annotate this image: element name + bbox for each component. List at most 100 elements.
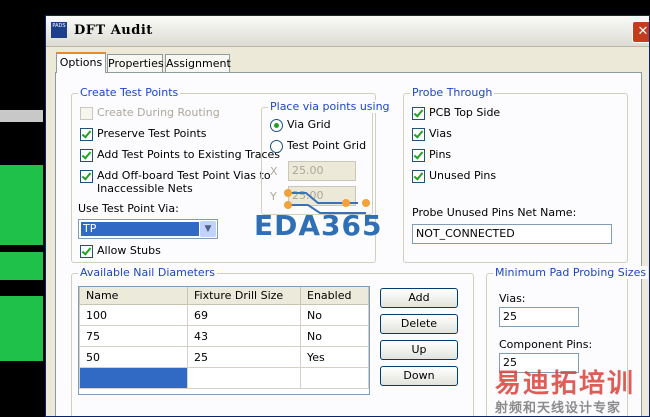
cell-enabled[interactable]: No (300, 304, 369, 326)
grid-x-input[interactable]: 25.00 (288, 161, 356, 181)
min-pad-title: Minimum Pad Probing Sizes (493, 266, 649, 279)
probe-unused-pins-box[interactable] (412, 170, 425, 183)
cell-name[interactable]: 100 (79, 304, 188, 326)
probe-pcb-top-side-label: PCB Top Side (429, 106, 501, 119)
tab-options[interactable]: Options (56, 52, 106, 73)
add-button[interactable]: Add (380, 288, 458, 308)
cell-name[interactable]: 75 (79, 325, 188, 347)
desktop-stripe-green (0, 165, 43, 245)
cell-drill-size[interactable]: 43 (187, 325, 301, 347)
min-pad-vias-input[interactable]: 25 (499, 307, 579, 327)
up-button[interactable]: Up (380, 340, 458, 360)
table-row[interactable]: 75 43 No (79, 325, 369, 347)
add-offboard-vias-checkbox[interactable]: Add Off-board Test Point Vias to Inacces… (80, 169, 271, 195)
dft-audit-dialog: PADS DFT Audit ✕ Options Properties Assi… (45, 15, 650, 417)
column-header-name[interactable]: Name (79, 287, 188, 305)
probe-through-title: Probe Through (410, 86, 495, 99)
create-test-points-title: Create Test Points (78, 86, 181, 99)
probe-unused-pins-checkbox[interactable]: Unused Pins (412, 169, 496, 183)
allow-stubs-checkbox[interactable]: Allow Stubs (80, 244, 161, 258)
cell-name[interactable]: 50 (79, 346, 188, 368)
test-point-via-select[interactable]: TP ▼ (78, 219, 218, 239)
probe-unused-pins-label: Unused Pins (429, 169, 497, 182)
create-during-routing-checkbox[interactable]: Create During Routing (80, 106, 220, 120)
close-icon[interactable]: ✕ (632, 21, 649, 43)
allow-stubs-label: Allow Stubs (97, 244, 161, 257)
column-header-enabled[interactable]: Enabled (300, 287, 369, 305)
via-grid-radio[interactable]: Via Grid (270, 118, 331, 132)
add-to-existing-traces-box[interactable] (80, 149, 93, 162)
probe-pcb-top-side-box[interactable] (412, 107, 425, 120)
nail-diameters-group: Available Nail Diameters Name Fixture Dr… (71, 266, 474, 416)
title-bar[interactable]: PADS DFT Audit ✕ (46, 16, 649, 47)
delete-button[interactable]: Delete (380, 314, 458, 334)
cell-drill-size[interactable]: 69 (187, 304, 301, 326)
cell-enabled[interactable]: No (300, 325, 369, 347)
desktop-stripe-green (0, 252, 43, 280)
desktop-stripe-green (0, 296, 43, 361)
watermark-via (362, 199, 370, 207)
add-to-existing-traces-label: Add Test Points to Existing Traces (97, 148, 281, 161)
preserve-test-points-label: Preserve Test Points (97, 127, 207, 140)
unused-net-name-label: Probe Unused Pins Net Name: (412, 206, 577, 219)
tab-assignment[interactable]: Assignment (165, 54, 231, 72)
chevron-down-icon[interactable]: ▼ (200, 221, 216, 237)
watermark-via (284, 201, 292, 209)
probe-pins-checkbox[interactable]: Pins (412, 148, 451, 162)
use-test-point-via-label: Use Test Point Via: (78, 202, 179, 215)
eda365-watermark-text: EDA365 (254, 209, 383, 242)
window-title: DFT Audit (74, 23, 153, 38)
column-header-drill-size[interactable]: Fixture Drill Size (187, 287, 301, 305)
app-icon-text: PADS (52, 23, 66, 29)
probe-pins-box[interactable] (412, 149, 425, 162)
create-during-routing-box[interactable] (80, 107, 93, 120)
test-point-grid-radio-button[interactable] (270, 140, 283, 153)
add-offboard-vias-label-line2: Inaccessible Nets (97, 182, 193, 195)
place-via-title: Place via points using (268, 100, 392, 113)
delete-button-label: Delete (400, 317, 438, 330)
grid-x-label: X (270, 165, 278, 178)
min-pad-component-pins-label: Component Pins: (499, 338, 593, 351)
preserve-test-points-checkbox[interactable]: Preserve Test Points (80, 127, 206, 141)
cell-new-selected[interactable] (79, 367, 188, 389)
probe-vias-checkbox[interactable]: Vias (412, 127, 452, 141)
table-row-new[interactable] (79, 367, 369, 389)
test-point-grid-label: Test Point Grid (287, 139, 367, 152)
nail-diameters-table[interactable]: Name Fixture Drill Size Enabled 100 69 N… (78, 286, 370, 395)
create-during-routing-label: Create During Routing (97, 106, 220, 119)
add-offboard-vias-label-line1: Add Off-board Test Point Vias to (97, 169, 271, 182)
via-grid-radio-button[interactable] (270, 119, 283, 132)
min-pad-vias-label: Vias: (499, 292, 526, 305)
preserve-test-points-box[interactable] (80, 128, 93, 141)
cell-drill-size[interactable]: 25 (187, 346, 301, 368)
watermark-via (342, 199, 350, 207)
unused-net-name-input[interactable]: NOT_CONNECTED (412, 224, 612, 244)
table-row[interactable]: 50 25 Yes (79, 346, 369, 368)
nail-diameters-title: Available Nail Diameters (78, 266, 217, 279)
test-point-grid-radio[interactable]: Test Point Grid (270, 139, 366, 153)
watermark-via (284, 189, 292, 197)
tab-properties[interactable]: Properties (107, 54, 164, 72)
cell-new[interactable] (187, 367, 301, 389)
pads-app-icon: PADS (51, 22, 67, 38)
down-button[interactable]: Down (380, 366, 458, 386)
down-button-label: Down (403, 369, 435, 382)
probe-vias-label: Vias (429, 127, 452, 140)
add-button-label: Add (408, 291, 430, 304)
desktop-stripe-gray (0, 110, 43, 122)
probe-pcb-top-side-checkbox[interactable]: PCB Top Side (412, 106, 500, 120)
cell-enabled[interactable]: Yes (300, 346, 369, 368)
probe-vias-box[interactable] (412, 128, 425, 141)
add-offboard-vias-box[interactable] (80, 170, 93, 183)
cell-new[interactable] (300, 367, 369, 389)
add-to-existing-traces-checkbox[interactable]: Add Test Points to Existing Traces (80, 148, 280, 162)
table-row[interactable]: 100 69 No (79, 304, 369, 326)
use-test-point-via-text: Use Test Point Via: (78, 202, 179, 215)
test-point-via-value: TP (81, 222, 199, 236)
probe-pins-label: Pins (429, 148, 452, 161)
cn-training-watermark: 易迪拓培训 (495, 369, 636, 399)
cn-subtitle-watermark: 射频和天线设计专家 (495, 401, 622, 416)
probe-through-group: Probe Through PCB Top Side Vias Pins Unu… (403, 86, 628, 263)
allow-stubs-box[interactable] (80, 245, 93, 258)
up-button-label: Up (411, 343, 427, 356)
